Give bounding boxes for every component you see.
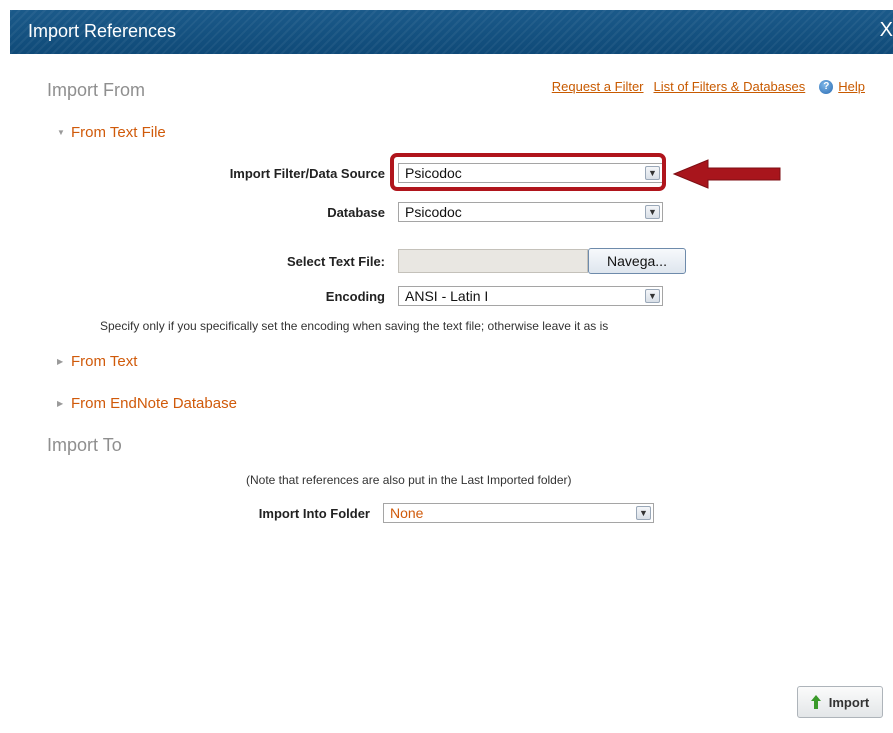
import-folder-value: None xyxy=(390,505,424,521)
from-text-file-expander[interactable]: ▼ From Text File xyxy=(57,124,166,141)
text-file-path-field[interactable] xyxy=(398,249,588,273)
import-from-heading: Import From xyxy=(47,80,146,100)
import-button-label: Import xyxy=(828,694,870,710)
red-arrow-shape xyxy=(672,159,781,189)
help-icon[interactable]: ? xyxy=(819,79,834,94)
import-into-folder-label: Import Into Folder xyxy=(258,506,370,521)
request-filter-link[interactable]: Request a Filter xyxy=(552,79,644,94)
encoding-select[interactable]: ANSI - Latin I ▼ xyxy=(398,286,663,306)
import-folder-select[interactable]: None ▼ xyxy=(383,503,654,523)
expanded-triangle-icon: ▼ xyxy=(57,128,65,137)
encoding-note: Specify only if you specifically set the… xyxy=(100,319,609,333)
database-select[interactable]: Psicodoc ▼ xyxy=(398,202,663,222)
collapsed-triangle-icon: ▶ xyxy=(57,399,64,408)
database-value: Psicodoc xyxy=(405,204,462,220)
from-endnote-label: From EndNote Database xyxy=(71,395,237,412)
dialog-title-bar: Import References X xyxy=(10,10,893,54)
close-button[interactable]: X xyxy=(880,19,893,42)
top-links: Request a Filter List of Filters & Datab… xyxy=(552,79,865,94)
chevron-down-icon[interactable]: ▼ xyxy=(636,506,651,520)
dialog-title: Import References xyxy=(28,21,177,41)
import-filter-label: Import Filter/Data Source xyxy=(229,166,385,181)
select-text-file-label: Select Text File: xyxy=(286,254,385,269)
import-arrow-shape xyxy=(810,695,821,709)
import-to-heading: Import To xyxy=(47,435,122,455)
import-button[interactable]: Import xyxy=(797,686,883,718)
import-arrow-icon xyxy=(810,695,821,709)
encoding-value: ANSI - Latin I xyxy=(405,288,489,304)
browse-button[interactable]: Navega... xyxy=(588,248,686,274)
last-imported-note: (Note that references are also put in th… xyxy=(246,473,572,487)
encoding-label: Encoding xyxy=(325,289,385,304)
help-link[interactable]: Help xyxy=(838,79,865,94)
database-label: Database xyxy=(327,205,385,220)
filters-databases-link[interactable]: List of Filters & Databases xyxy=(654,79,806,94)
help-link-group[interactable]: ? Help xyxy=(819,79,865,94)
from-text-file-label: From Text File xyxy=(71,124,166,141)
from-text-label: From Text xyxy=(71,353,138,370)
chevron-down-icon[interactable]: ▼ xyxy=(645,205,660,219)
highlight-box xyxy=(390,153,666,191)
red-pointer-arrow-icon xyxy=(672,159,781,189)
collapsed-triangle-icon: ▶ xyxy=(57,357,64,366)
chevron-down-icon[interactable]: ▼ xyxy=(645,289,660,303)
from-text-expander[interactable]: ▶ From Text xyxy=(57,353,137,370)
from-endnote-expander[interactable]: ▶ From EndNote Database xyxy=(57,395,237,412)
